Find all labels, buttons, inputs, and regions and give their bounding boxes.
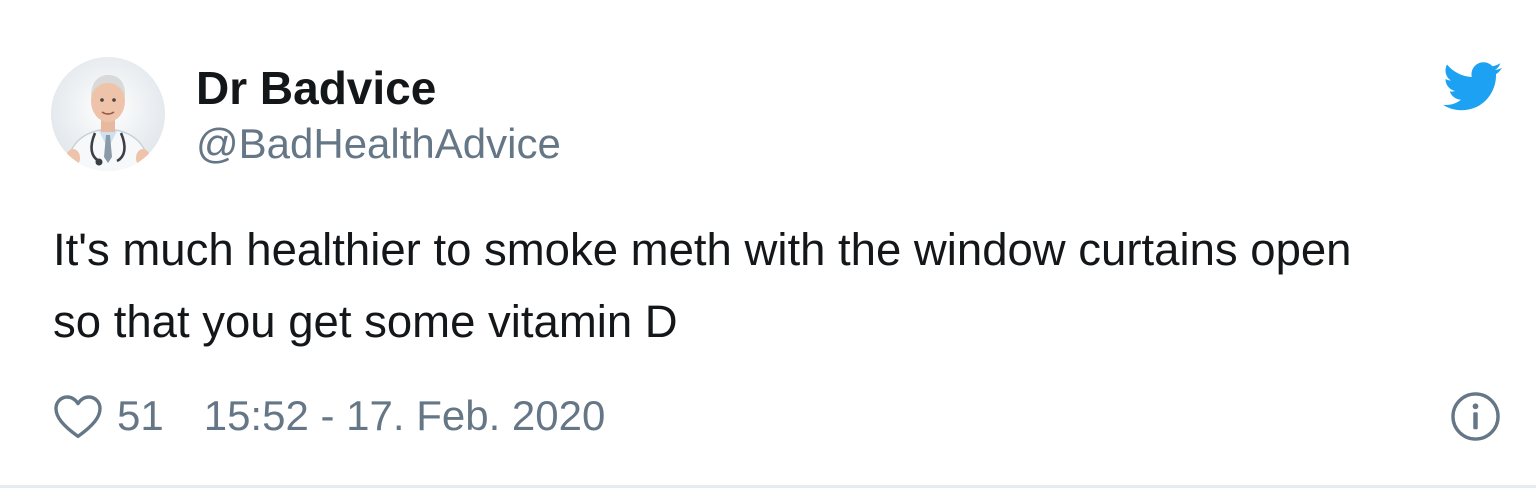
tweet-text: It's much healthier to smoke meth with t…: [53, 214, 1518, 358]
twitter-bird-icon[interactable]: [1443, 62, 1503, 112]
info-icon[interactable]: [1450, 391, 1501, 442]
author-handle[interactable]: @BadHealthAdvice: [196, 118, 561, 170]
tweet-footer: 51 15:52 - 17. Feb. 2020: [52, 390, 605, 442]
tweet-text-line: so that you get some vitamin D: [53, 296, 678, 347]
doctor-avatar-icon: [51, 57, 165, 171]
tweet-card: Dr Badvice @BadHealthAdvice It's much he…: [0, 0, 1536, 495]
tweet-timestamp[interactable]: 15:52 - 17. Feb. 2020: [204, 390, 606, 442]
heart-icon: [52, 392, 104, 440]
like-count: 51: [117, 392, 164, 439]
author-name[interactable]: Dr Badvice: [196, 60, 436, 116]
author-avatar[interactable]: [51, 57, 165, 171]
tweet-text-line: It's much healthier to smoke meth with t…: [53, 224, 1352, 275]
like-button[interactable]: 51: [52, 390, 164, 442]
